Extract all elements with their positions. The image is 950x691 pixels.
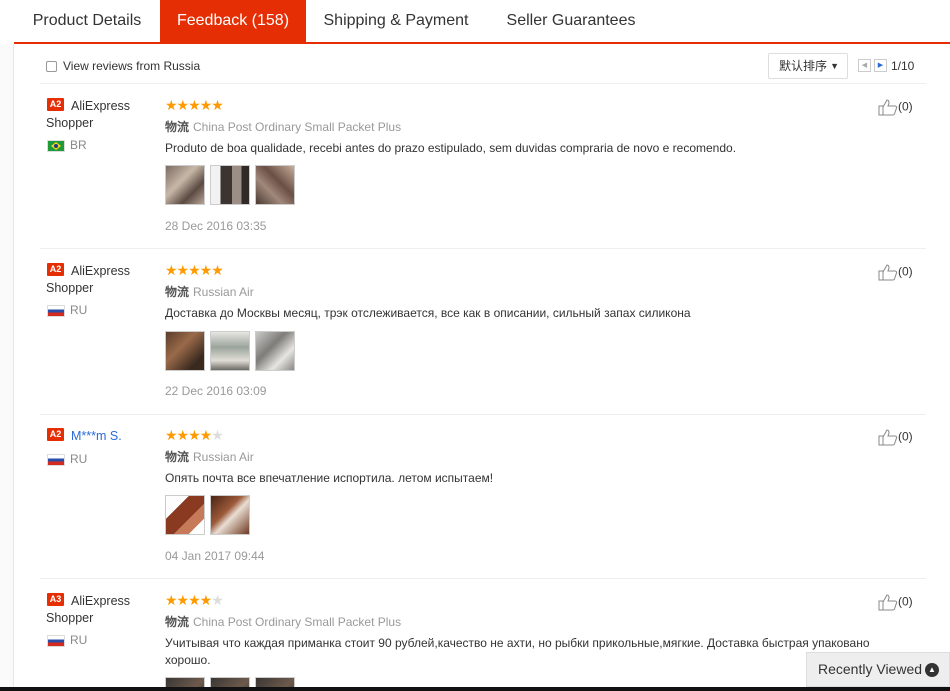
review-date: 04 Jan 2017 09:44 <box>165 549 265 563</box>
sort-dropdown[interactable]: 默认排序 ▼ <box>768 53 848 79</box>
shipping-method: 物流 Russian Air <box>165 283 254 300</box>
stars-filled: ★★★★ <box>165 592 212 608</box>
left-rail <box>0 44 14 691</box>
review-item: A2 AliExpress Shopper RU ★★★★★ 物流 Russian… <box>40 250 926 415</box>
shipping-prefix: 物流 <box>165 285 190 299</box>
chevron-up-icon: ▲ <box>925 663 939 677</box>
brazil-flag-icon <box>47 140 65 152</box>
tab-product-details[interactable]: Product Details <box>14 0 160 42</box>
thumbs-up-icon <box>878 429 898 446</box>
chevron-down-icon: ▼ <box>830 61 839 71</box>
thumbs-up-icon <box>878 594 898 611</box>
helpful-count: (0) <box>898 264 913 279</box>
star-rating: ★★★★★ <box>165 97 224 113</box>
review-photo[interactable] <box>210 495 250 535</box>
reviewer-name: AliExpress Shopper <box>46 264 131 295</box>
recently-viewed-label: Recently Viewed <box>818 661 923 677</box>
recently-viewed-button[interactable]: Recently Viewed ▲ <box>806 652 950 687</box>
helpful-button[interactable]: (0) <box>878 99 913 116</box>
russia-filter-checkbox[interactable] <box>46 61 57 72</box>
helpful-button[interactable]: (0) <box>878 429 913 446</box>
reviewer-country: RU <box>70 303 88 317</box>
reviewer-country: BR <box>70 138 87 152</box>
russia-flag-icon <box>47 454 65 466</box>
reviewer-country: RU <box>70 452 88 466</box>
stars-filled: ★★★★ <box>165 427 212 443</box>
helpful-count: (0) <box>898 594 913 609</box>
review-photo[interactable] <box>165 165 205 205</box>
review-date: 28 Dec 2016 03:35 <box>165 219 267 233</box>
russia-flag-icon <box>47 305 65 317</box>
review-photo[interactable] <box>165 331 205 371</box>
shipping-method: 物流 China Post Ordinary Small Packet Plus <box>165 613 401 630</box>
shipping-method-name: Russian Air <box>193 285 254 299</box>
review-photo[interactable] <box>255 331 295 371</box>
review-photo[interactable] <box>210 331 250 371</box>
review-date: 22 Dec 2016 03:09 <box>165 384 267 398</box>
shipping-method-name: China Post Ordinary Small Packet Plus <box>193 615 402 629</box>
review-photo[interactable] <box>210 165 250 205</box>
stars-filled: ★★★★★ <box>165 262 224 278</box>
shipping-prefix: 物流 <box>165 120 190 134</box>
stars-empty: ★ <box>211 427 224 443</box>
thumbs-up-icon <box>878 264 898 281</box>
review-photo[interactable] <box>255 165 295 205</box>
thumbs-up-icon <box>878 99 898 116</box>
review-item: A2 M***m S. RU ★★★★★ 物流 Russian Air Опять… <box>40 415 926 579</box>
review-filter-bar: View reviews from Russia 默认排序 ▼ ◀ ▶ 1/10 <box>40 50 926 84</box>
reviewer-country: RU <box>70 633 88 647</box>
star-rating: ★★★★★ <box>165 262 224 278</box>
shipping-prefix: 物流 <box>165 615 190 629</box>
tab-seller-guarantees[interactable]: Seller Guarantees <box>486 0 656 42</box>
tab-shipping-payment[interactable]: Shipping & Payment <box>306 0 486 42</box>
bottom-bar <box>0 687 950 691</box>
russia-filter-label[interactable]: View reviews from Russia <box>63 59 200 73</box>
star-rating: ★★★★★ <box>165 427 224 443</box>
shipping-method: 物流 Russian Air <box>165 448 254 465</box>
sort-dropdown-label: 默认排序 <box>779 59 828 73</box>
review-text: Produto de boa qualidade, recebi antes d… <box>165 141 737 155</box>
shipping-method: 物流 China Post Ordinary Small Packet Plus <box>165 118 401 135</box>
shipping-method-name: Russian Air <box>193 450 254 464</box>
review-photos <box>165 165 300 205</box>
stars-filled: ★★★★★ <box>165 97 224 113</box>
helpful-count: (0) <box>898 429 913 444</box>
russia-flag-icon <box>47 635 65 647</box>
helpful-count: (0) <box>898 99 913 114</box>
reviewer-name-link[interactable]: M***m S. <box>46 428 156 445</box>
shipping-prefix: 物流 <box>165 450 190 464</box>
reviewer-name: AliExpress Shopper <box>46 594 131 625</box>
helpful-button[interactable]: (0) <box>878 594 913 611</box>
helpful-button[interactable]: (0) <box>878 264 913 281</box>
shipping-method-name: China Post Ordinary Small Packet Plus <box>193 120 402 134</box>
review-photos <box>165 331 300 371</box>
review-photos <box>165 495 255 535</box>
star-rating: ★★★★★ <box>165 592 224 608</box>
review-item: A3 AliExpress Shopper RU ★★★★★ 物流 China P… <box>40 580 926 691</box>
page-indicator: 1/10 <box>891 59 915 73</box>
review-text: Доставка до Москвы месяц, трэк отслежива… <box>165 306 691 320</box>
review-text: Учитывая что каждая приманка стоит 90 ру… <box>165 636 870 667</box>
stars-empty: ★ <box>211 592 224 608</box>
reviewer-name: AliExpress Shopper <box>46 99 131 130</box>
review-text: Опять почта все впечатление испортила. л… <box>165 471 494 485</box>
tab-bar: Product Details Feedback (158) Shipping … <box>14 0 950 44</box>
prev-page-icon[interactable]: ◀ <box>858 59 871 72</box>
next-page-icon[interactable]: ▶ <box>874 59 887 72</box>
review-photo[interactable] <box>165 495 205 535</box>
review-item: A2 AliExpress Shopper BR ★★★★★ 物流 China P… <box>40 85 926 249</box>
tab-feedback[interactable]: Feedback (158) <box>160 0 306 42</box>
